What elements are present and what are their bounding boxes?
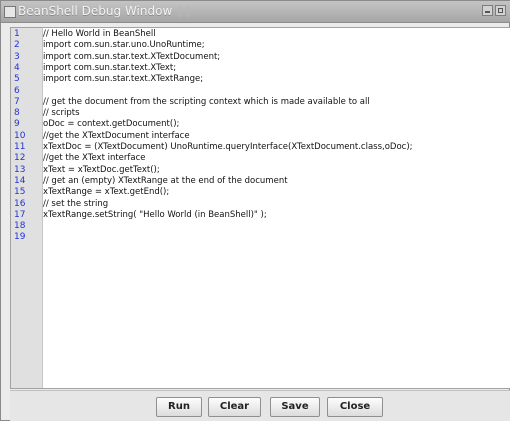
close-button[interactable]: Close [327, 397, 383, 417]
code-line: // set the string [43, 198, 109, 209]
code-line: import com.sun.star.text.XText; [43, 62, 177, 73]
code-line: xText = xTextDoc.getText(); [43, 164, 160, 175]
line-number: 15 [14, 187, 26, 198]
code-line: // get the document from the scripting c… [43, 96, 370, 107]
code-line: xTextRange = xText.getEnd(); [43, 187, 170, 198]
code-line: import com.sun.star.text.XTextDocument; [43, 51, 221, 62]
line-number: 1 [14, 29, 20, 39]
code-line: import com.sun.star.text.XTextRange; [43, 74, 204, 85]
line-number: 14 [14, 175, 26, 186]
line-number: 9 [14, 119, 20, 130]
line-number: 10 [14, 130, 26, 141]
line-number: 19 [14, 232, 26, 243]
title-grip-icon [187, 6, 191, 17]
code-line: oDoc = context.getDocument(); [43, 119, 180, 130]
code-line: xTextDoc = (XTextDocument) UnoRuntime.qu… [43, 142, 413, 152]
minimize-icon[interactable] [482, 5, 493, 16]
code-line: //get the XTextDocument interface [43, 130, 190, 141]
line-number: 2 [14, 40, 20, 51]
code-line: //get the XText interface [43, 153, 146, 164]
code-line: xTextRange.setString( "Hello World (in B… [43, 209, 267, 220]
clear-button[interactable]: Clear [208, 397, 261, 417]
code-line: // Hello World in BeanShell [43, 29, 156, 39]
code-line: // get an (empty) XTextRange at the end … [43, 175, 288, 186]
line-number: 12 [14, 153, 26, 164]
script-editor[interactable]: 1 // Hello World in BeanShell 2 import com.… [10, 27, 510, 389]
beanshell-debug-window: BeanShell Debug Window 1 // Hello World i… [0, 0, 510, 421]
line-number: 8 [14, 108, 20, 119]
save-button[interactable]: Save [270, 397, 320, 417]
window-title: BeanShell Debug Window [18, 4, 173, 18]
line-number: 13 [14, 164, 26, 175]
title-grip-icon [179, 6, 183, 17]
line-number: 4 [14, 62, 20, 73]
run-button[interactable]: Run [156, 397, 202, 417]
code-line: // scripts [43, 108, 80, 119]
line-number: 11 [14, 142, 26, 152]
window-menu-icon[interactable] [4, 6, 16, 18]
button-bar: Run Clear Save Close [10, 390, 510, 421]
line-number: 18 [14, 221, 26, 232]
title-bar[interactable]: BeanShell Debug Window [1, 1, 510, 23]
line-number: 16 [14, 198, 26, 209]
line-number: 17 [14, 209, 26, 220]
line-number: 5 [14, 74, 20, 85]
code-line: import com.sun.star.uno.UnoRuntime; [43, 40, 205, 51]
line-number: 7 [14, 96, 20, 107]
line-number: 6 [14, 85, 20, 96]
line-number: 3 [14, 51, 20, 62]
maximize-icon[interactable] [495, 5, 506, 16]
